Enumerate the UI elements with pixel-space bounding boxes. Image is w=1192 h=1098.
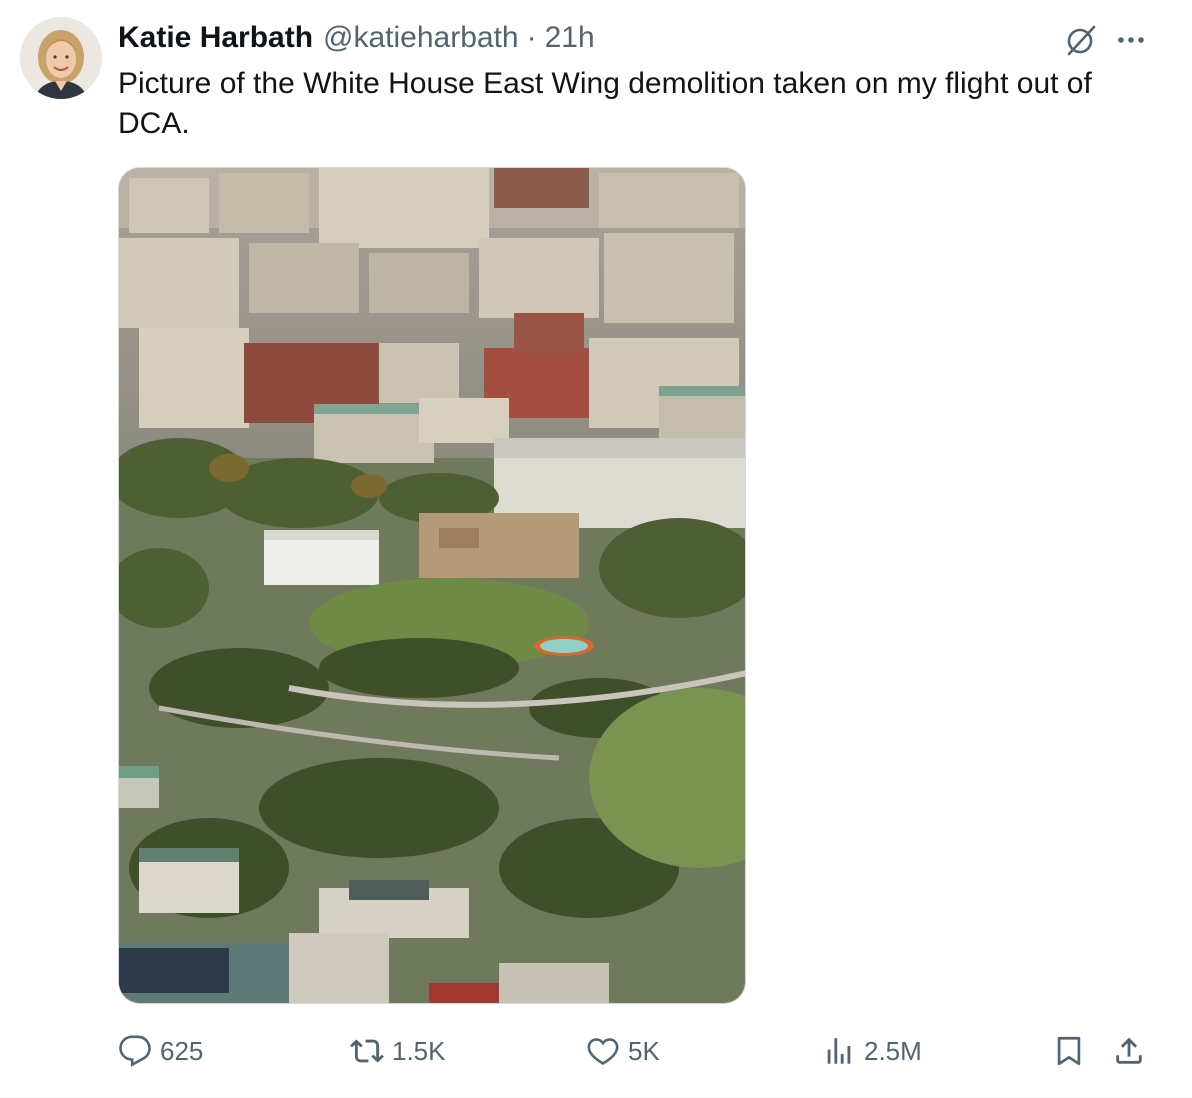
bookmark-button[interactable] <box>1052 1030 1094 1072</box>
bookmark-icon <box>1057 1036 1081 1066</box>
aerial-photo <box>119 168 745 1003</box>
repost-count: 1.5K <box>392 1035 446 1066</box>
share-button[interactable] <box>1112 1030 1154 1072</box>
view-count: 2.5M <box>864 1035 922 1066</box>
like-count: 5K <box>628 1035 660 1066</box>
repost-button[interactable]: 1.5K <box>350 1030 446 1072</box>
more-button[interactable] <box>1110 20 1152 60</box>
tweet-text: Picture of the White House East Wing dem… <box>118 67 1092 140</box>
action-bar: 625 1.5K 5K 2.5M <box>118 1030 1158 1072</box>
views-icon <box>827 1038 851 1064</box>
more-horizontal-icon <box>1118 37 1144 43</box>
tweet-header: Katie Harbath @katieharbath · 21h <box>118 20 595 56</box>
timestamp[interactable]: 21h <box>545 21 595 55</box>
reply-button[interactable]: 625 <box>118 1030 203 1072</box>
reply-icon <box>119 1035 151 1067</box>
like-button[interactable]: 5K <box>586 1030 660 1072</box>
share-icon <box>1116 1037 1142 1064</box>
user-handle[interactable]: @katieharbath <box>323 21 519 55</box>
grok-icon <box>1067 25 1096 56</box>
retweet-icon <box>350 1039 384 1063</box>
tweet[interactable]: Katie Harbath @katieharbath · 21h Pictur… <box>0 0 1192 1098</box>
views-button[interactable]: 2.5M <box>822 1030 922 1072</box>
display-name[interactable]: Katie Harbath <box>118 21 313 55</box>
separator-dot: · <box>526 21 537 54</box>
grok-button[interactable] <box>1060 20 1102 60</box>
heart-icon <box>587 1038 619 1065</box>
avatar-photo <box>20 17 102 99</box>
reply-count: 625 <box>160 1035 204 1066</box>
tweet-image[interactable] <box>118 167 746 1004</box>
avatar[interactable] <box>20 17 102 99</box>
